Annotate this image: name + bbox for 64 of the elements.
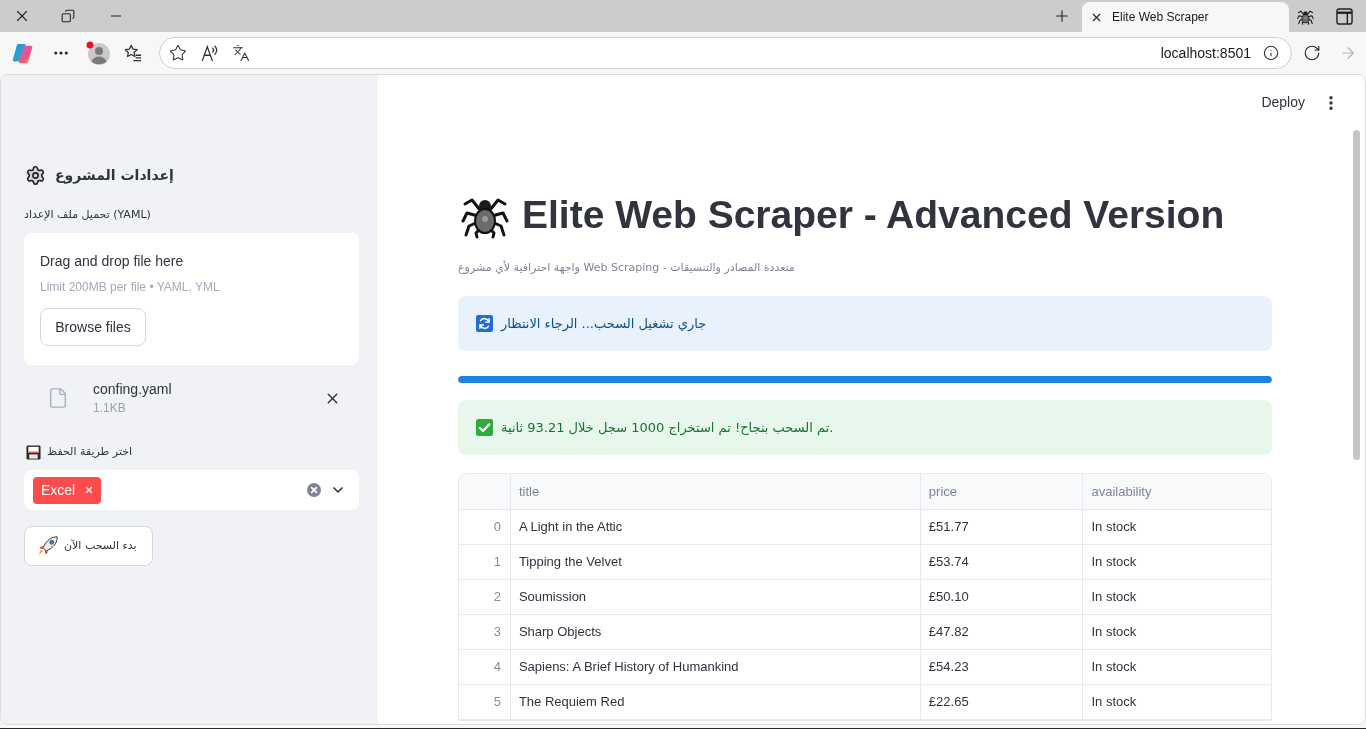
- clear-icon[interactable]: [307, 483, 321, 497]
- deploy-button[interactable]: Deploy: [1259, 92, 1307, 113]
- table-cell: £51.77: [920, 510, 1084, 544]
- scrollbar-thumb[interactable]: [1353, 130, 1360, 460]
- new-tab-icon[interactable]: [1053, 7, 1071, 25]
- read-aloud-icon[interactable]: [201, 44, 219, 62]
- sidebar-panel-icon[interactable]: [1336, 7, 1353, 25]
- restore-icon[interactable]: [61, 9, 75, 23]
- save-method-label: اختر طريقة الحفظ: [47, 443, 133, 460]
- table-cell: £54.23: [920, 650, 1084, 684]
- url-text[interactable]: localhost:8501: [1160, 42, 1251, 64]
- table-cell: Soumission: [510, 580, 921, 614]
- info-message: جاري تشغيل السحب... الرجاء الانتظار: [501, 314, 707, 334]
- rocket-icon: [38, 536, 58, 556]
- page-subtitle: واجهة احترافية لأي مشروع Web Scraping - متعددة المصادر والتنسيقات: [458, 260, 795, 276]
- table-cell: The Requiem Red: [510, 685, 921, 719]
- check-mark-icon: [476, 419, 493, 436]
- table-cell: Sapiens: A Brief History of Humankind: [510, 650, 921, 684]
- table-cell: £22.65: [920, 685, 1084, 719]
- refresh-icon[interactable]: [1303, 44, 1321, 62]
- row-index: 0: [459, 510, 511, 544]
- browse-files-button[interactable]: Browse files: [40, 308, 146, 346]
- sidebar-title: إعدادات المشروع: [55, 165, 174, 186]
- gear-icon: [25, 164, 46, 186]
- table-cell: Sharp Objects: [510, 615, 921, 649]
- table-cell: A Light in the Attic: [510, 510, 921, 544]
- dropzone-title: Drag and drop file here: [40, 252, 184, 271]
- star-icon[interactable]: [169, 44, 187, 62]
- uploader-label: تحميل ملف الإعداد (YAML): [24, 207, 151, 223]
- info-icon[interactable]: [1263, 45, 1279, 61]
- column-header[interactable]: availability: [1083, 474, 1271, 509]
- page-title: Elite Web Scraper - Advanced Version: [522, 192, 1225, 238]
- row-index: 3: [459, 615, 511, 649]
- browser-tab[interactable]: Elite Web Scraper: [1082, 2, 1289, 32]
- file-name: confing.yaml: [93, 380, 172, 399]
- success-message: تم السحب بنجاح! تم استخراج 1000 سجل خلال 93.21 ثانية.: [501, 418, 834, 438]
- row-index: 5: [459, 685, 511, 719]
- table-cell: Tipping the Velvet: [510, 545, 921, 579]
- table-cell-text: In stock: [1090, 518, 1138, 537]
- table-cell: £53.74: [920, 545, 1084, 579]
- file-size: 1.1KB: [93, 400, 127, 417]
- file-dropzone[interactable]: Drag and drop file here Limit 200MB per file • YAML, YML Browse files: [24, 233, 359, 365]
- file-icon: [47, 386, 69, 410]
- row-index: 2: [459, 580, 511, 614]
- file-limit-text: Limit 200MB per file • YAML, YML: [40, 279, 220, 295]
- table-cell-text: In stock: [1090, 693, 1138, 712]
- profile-avatar-icon[interactable]: [86, 41, 110, 65]
- refresh-arrows-icon: [476, 315, 493, 332]
- row-index: 1: [459, 545, 511, 579]
- column-header[interactable]: title: [510, 474, 921, 509]
- table-cell-text: In stock: [1090, 553, 1138, 572]
- favorites-icon[interactable]: [124, 44, 142, 62]
- table-cell: £47.82: [920, 615, 1084, 649]
- table-cell-text: In stock: [1090, 658, 1138, 677]
- table-cell-text: In stock: [1090, 588, 1138, 607]
- table-cell-text: In stock: [1090, 623, 1138, 642]
- copilot-logo-icon[interactable]: [12, 42, 33, 64]
- start-scraping-button[interactable]: بدء السحب الآن: [24, 526, 153, 566]
- table-cell: £50.10: [920, 580, 1084, 614]
- column-header[interactable]: price: [920, 474, 1084, 509]
- address-bar[interactable]: localhost:8501: [159, 37, 1292, 69]
- translate-icon[interactable]: [232, 44, 250, 62]
- row-index: 4: [459, 650, 511, 684]
- remove-icon[interactable]: [84, 485, 95, 495]
